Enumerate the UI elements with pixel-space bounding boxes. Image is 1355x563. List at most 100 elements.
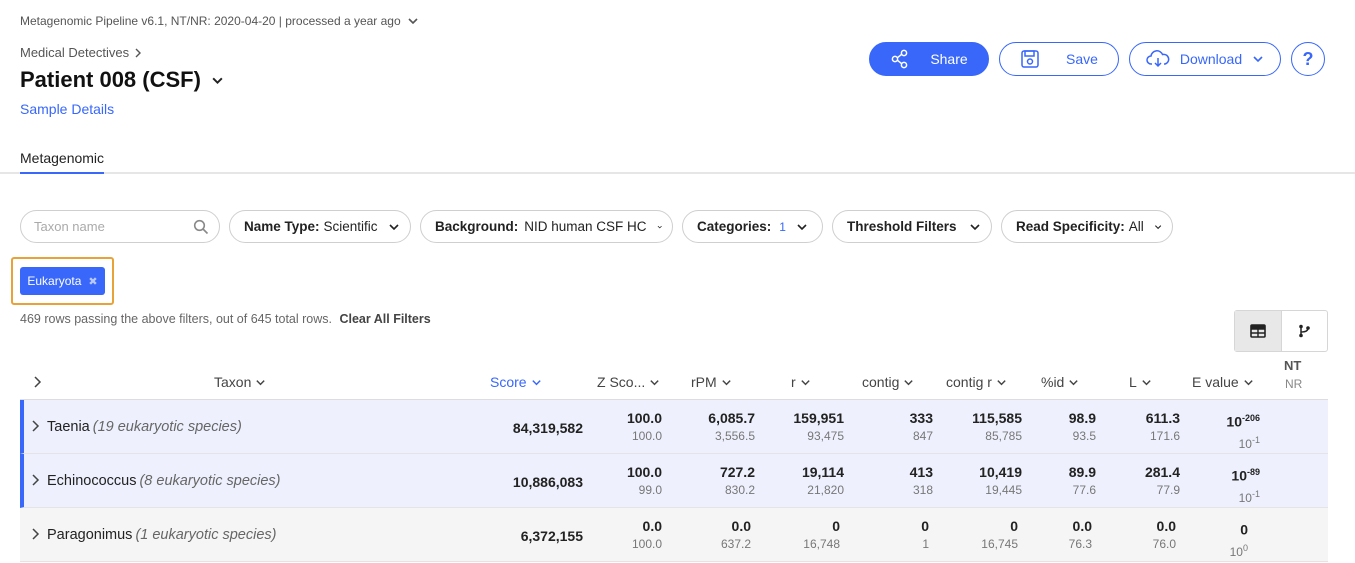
header-r[interactable]: r [791,374,811,390]
chevron-down-icon [657,225,662,228]
genus-name: Taenia [47,419,90,435]
name-type-dropdown[interactable]: Name Type: Scientific [229,210,411,243]
categories-dropdown[interactable]: Categories: 1 [682,210,823,243]
zscore-nr: 99.0 [638,483,662,497]
close-icon[interactable]: ✖ [88,275,97,288]
header-score[interactable]: Score [490,374,542,390]
chevron-down-icon [408,18,418,25]
l-nr: 77.9 [1156,483,1180,497]
table-view-button[interactable] [1235,311,1282,351]
header-contig-r[interactable]: contig r [946,374,1007,390]
table-row[interactable]: Echinococcus (8 eukaryotic species) 10,88… [20,454,1328,508]
header-score-label: Score [490,374,527,390]
help-button[interactable]: ? [1291,42,1325,76]
pipeline-info[interactable]: Metagenomic Pipeline v6.1, NT/NR: 2020-0… [20,14,419,28]
read-specificity-dropdown[interactable]: Read Specificity: All [1001,210,1173,243]
header-nr[interactable]: NR [1285,377,1302,391]
evalue-cell: 10-89 10-1 [1231,463,1260,508]
zscore-nr: 100.0 [631,429,662,443]
species-count: (8 eukaryotic species) [139,473,281,489]
taxon-name[interactable]: Echinococcus (8 eukaryotic species) [47,473,281,489]
rpm-cell: 6,085.7 3,556.5 [708,409,755,446]
chevron-right-icon[interactable] [31,420,41,432]
clear-all-filters-link[interactable]: Clear All Filters [339,312,430,326]
tree-view-icon [1299,324,1311,338]
name-type-label: Name Type: [244,219,320,234]
search-input[interactable] [34,219,184,234]
rpm-nr: 3,556.5 [714,429,755,443]
chevron-down-icon [721,379,731,385]
download-button[interactable]: Download [1129,42,1281,76]
zscore-nr: 100.0 [631,537,662,551]
download-label: Download [1179,51,1243,67]
contig-r-nr: 19,445 [985,483,1022,497]
header-pct-id[interactable]: %id [1041,374,1079,390]
chevron-down-icon [531,379,541,385]
r-cell: 0 16,748 [803,517,840,554]
header-l[interactable]: L [1129,374,1152,390]
header-evalue-label: E value [1192,374,1239,390]
share-button[interactable]: Share [869,42,989,76]
name-type-value: Scientific [323,219,378,234]
pct-id-cell: 89.9 77.6 [1069,463,1096,500]
chevron-down-icon [797,223,807,230]
page-title[interactable]: Patient 008 (CSF) [20,67,224,93]
header-zscore[interactable]: Z Sco... [597,374,660,390]
pipeline-text: Metagenomic Pipeline v6.1, NT/NR: 2020-0… [20,14,401,28]
chevron-down-icon [800,379,810,385]
contig-nr: 847 [912,429,933,443]
rpm-nt: 727.2 [719,464,755,480]
chevron-right-icon[interactable] [31,474,41,486]
chevron-right-icon[interactable] [31,528,41,540]
zscore-cell: 0.0 100.0 [632,517,662,554]
threshold-filters-dropdown[interactable]: Threshold Filters [832,210,992,243]
zscore-nt: 100.0 [626,464,662,480]
l-nt: 0.0 [1156,518,1176,534]
filter-chip-eukaryota[interactable]: Eukaryota ✖ [20,267,105,295]
header-zscore-label: Z Sco... [597,374,646,390]
taxon-name[interactable]: Paragonimus (1 eukaryotic species) [47,527,276,543]
contig-r-cell: 0 16,745 [981,517,1018,554]
taxon-search[interactable] [20,210,220,243]
header-rpm[interactable]: rPM [691,374,732,390]
background-dropdown[interactable]: Background: NID human CSF HC [420,210,673,243]
l-nt: 281.4 [1144,464,1180,480]
header-contig[interactable]: contig [862,374,914,390]
contig-r-nt: 0 [1010,518,1018,534]
tab-metagenomic[interactable]: Metagenomic [20,150,105,174]
zscore-nt: 0.0 [642,518,662,534]
evalue-nr-exp: 0 [1242,542,1248,553]
sample-details-link[interactable]: Sample Details [20,101,114,117]
header-rpm-label: rPM [691,374,717,390]
save-button[interactable]: Save [999,42,1119,76]
rpm-nt: 6,085.7 [708,410,755,426]
breadcrumb-project[interactable]: Medical Detectives [20,45,129,60]
header-taxon[interactable]: Taxon [214,374,266,390]
header-pct-id-label: %id [1041,374,1065,390]
evalue-nt-base: 10 [1231,467,1247,484]
tab-bar: Metagenomic [0,146,1355,174]
r-nr: 21,820 [807,483,844,497]
table-row[interactable]: Paragonimus (1 eukaryotic species) 6,372,… [20,508,1328,562]
header-nt[interactable]: NT [1284,358,1301,373]
evalue-nr-exp: -1 [1251,488,1260,499]
header-evalue[interactable]: E value [1192,374,1254,390]
expand-all-icon[interactable] [33,376,43,388]
contig-nr: 318 [912,483,933,497]
evalue-nt: 10-206 [1226,409,1260,431]
contig-r-cell: 115,585 85,785 [972,409,1022,446]
l-cell: 281.4 77.9 [1145,463,1180,500]
save-label: Save [1066,51,1098,67]
table-row[interactable]: Taenia (19 eukaryotic species) 84,319,582… [20,400,1328,454]
table-view-icon [1249,324,1266,338]
breadcrumb[interactable]: Medical Detectives [20,45,142,60]
zscore-nt: 100.0 [626,410,662,426]
r-nt: 159,951 [793,410,844,426]
header-l-label: L [1129,374,1137,390]
rpm-nr: 830.2 [724,483,755,497]
chevron-down-icon [388,223,399,230]
tree-view-button[interactable] [1282,311,1328,351]
header-taxon-label: Taxon [214,374,252,390]
background-value: NID human CSF HC [524,219,647,234]
taxon-name[interactable]: Taenia (19 eukaryotic species) [47,419,242,435]
